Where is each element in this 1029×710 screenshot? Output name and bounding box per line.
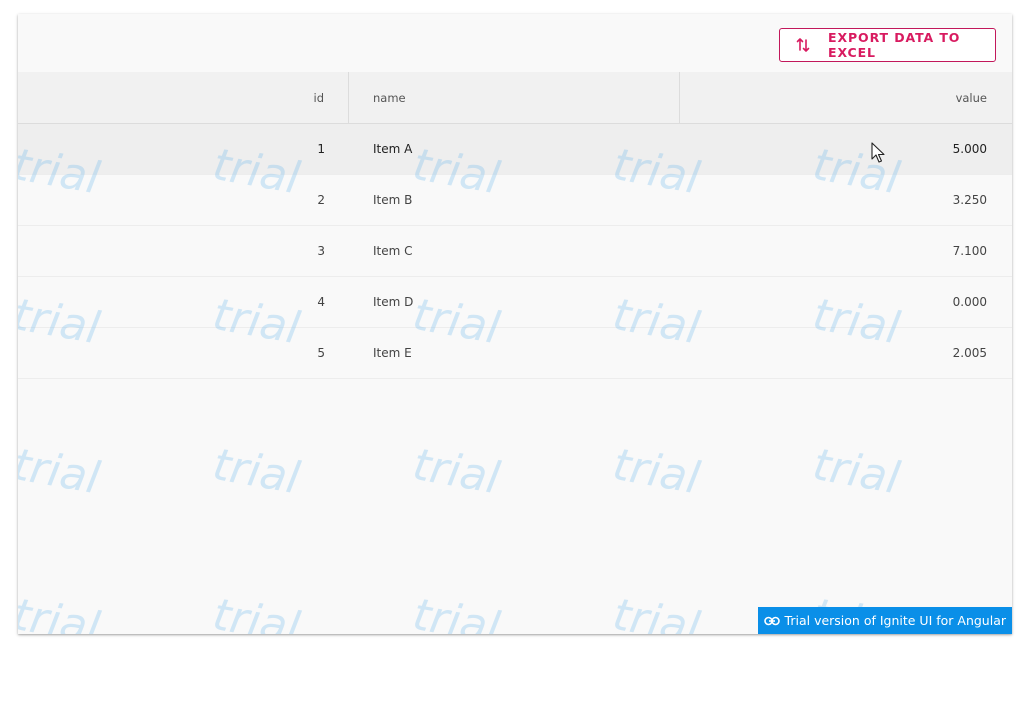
cell-value[interactable]: 7.100 [680,226,1011,276]
grid-toolbar: EXPORT DATA TO EXCEL [18,14,1012,73]
link-icon [763,616,780,626]
table-row[interactable]: 1 Item A 5.000 [18,124,1012,175]
cell-value[interactable]: 0.000 [680,277,1011,327]
cell-name[interactable]: Item E [349,328,680,378]
table-row[interactable]: 3 Item C 7.100 [18,226,1012,277]
trial-version-link[interactable]: Trial version of Ignite UI for Angular [757,607,1012,634]
column-header-name[interactable]: name [349,72,680,123]
cell-value[interactable]: 2.005 [680,328,1011,378]
cell-id[interactable]: 2 [18,175,349,225]
cell-name[interactable]: Item B [349,175,680,225]
table-row[interactable]: 5 Item E 2.005 [18,328,1012,379]
cell-name[interactable]: Item D [349,277,680,327]
cell-value[interactable]: 3.250 [680,175,1011,225]
swap-vert-icon [796,37,810,53]
export-button-label: EXPORT DATA TO EXCEL [828,30,961,60]
table-row[interactable]: 4 Item D 0.000 [18,277,1012,328]
grid-header: id name value [18,72,1012,124]
cell-id[interactable]: 4 [18,277,349,327]
column-header-id[interactable]: id [18,72,349,123]
cell-name[interactable]: Item A [349,124,680,174]
cell-name[interactable]: Item C [349,226,680,276]
grid-body: 1 Item A 5.000 2 Item B 3.250 3 Item C 7… [18,124,1012,634]
trial-link-label: Trial version of Ignite UI for Angular [784,613,1006,628]
export-excel-button[interactable]: EXPORT DATA TO EXCEL [779,28,996,62]
table-row[interactable]: 2 Item B 3.250 [18,175,1012,226]
data-grid: EXPORT DATA TO EXCEL id name value 1 Ite… [18,14,1012,634]
column-header-value[interactable]: value [680,72,1011,123]
cell-value[interactable]: 5.000 [680,124,1011,174]
cell-id[interactable]: 5 [18,328,349,378]
cell-id[interactable]: 3 [18,226,349,276]
cell-id[interactable]: 1 [18,124,349,174]
